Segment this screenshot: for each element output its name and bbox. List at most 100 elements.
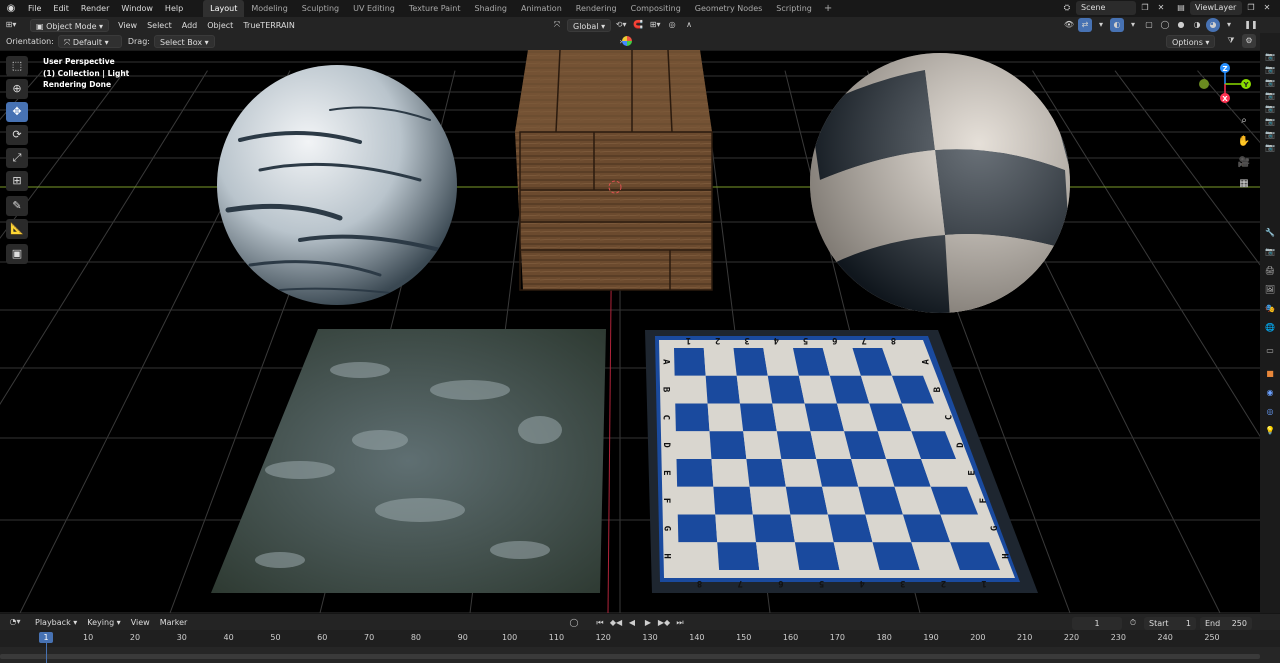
menu-window[interactable]: Window	[115, 0, 159, 17]
tab-modeling[interactable]: Modeling	[244, 0, 294, 17]
scale-tool-icon[interactable]: ⤢	[6, 148, 28, 168]
pan-hand-icon[interactable]: ✋	[1236, 133, 1252, 151]
end-frame-field[interactable]: End 250	[1200, 616, 1252, 630]
menu-help[interactable]: Help	[159, 0, 189, 17]
play-reverse-icon[interactable]: ◀	[625, 616, 639, 630]
menu-trueterrain[interactable]: TrueTERRAIN	[238, 19, 300, 32]
render-properties-icon[interactable]: 📷	[1260, 245, 1280, 258]
tab-compositing[interactable]: Compositing	[624, 0, 688, 17]
current-frame-marker[interactable]: 1	[39, 632, 53, 643]
scene-name-field[interactable]: Scene	[1076, 1, 1136, 15]
transform-tool-icon[interactable]: ⊞	[6, 171, 28, 191]
select-box-tool-icon[interactable]: ⬚	[6, 56, 28, 76]
mode-dropdown[interactable]: ▣ Object Mode ▾	[30, 18, 110, 32]
timeline-view-menu[interactable]: View	[126, 616, 155, 629]
pause-render-icon[interactable]: ❚❚	[1244, 18, 1258, 32]
view-layer-properties-icon[interactable]: 🖼	[1260, 283, 1280, 296]
collection-properties-icon[interactable]: ▭	[1260, 344, 1280, 357]
timeline-playback-menu[interactable]: Playback ▾	[30, 616, 82, 629]
snap-target-icon[interactable]: ⊞▾	[648, 18, 662, 32]
tab-shading[interactable]: Shading	[467, 0, 514, 17]
new-view-layer-icon[interactable]: ❐	[1244, 1, 1258, 15]
birch-sphere[interactable]	[217, 65, 457, 305]
menu-object[interactable]: Object	[202, 19, 238, 32]
timeline-marker-menu[interactable]: Marker	[155, 616, 193, 629]
timeline-scrollbar[interactable]	[0, 654, 1260, 659]
settings-gear-icon[interactable]: ⚙	[1242, 34, 1256, 48]
menu-view[interactable]: View	[113, 19, 142, 32]
add-workspace-button[interactable]: +	[819, 3, 837, 14]
proportional-falloff-icon[interactable]: ∧	[682, 18, 696, 32]
view-layer-field[interactable]: ViewLayer	[1190, 1, 1242, 15]
tab-uv-editing[interactable]: UV Editing	[346, 0, 402, 17]
playhead-line[interactable]	[46, 643, 47, 663]
tab-scripting[interactable]: Scripting	[769, 0, 819, 17]
move-tool-icon[interactable]: ✥	[6, 102, 28, 122]
tool-properties-icon[interactable]: 🔧	[1260, 226, 1280, 239]
camera-view-icon[interactable]: 🎥	[1236, 154, 1252, 172]
scene-properties-icon[interactable]: 🎭	[1260, 302, 1280, 315]
navigation-gizmo[interactable]: Z Y X	[1195, 62, 1255, 112]
add-cube-tool-icon[interactable]: ▣	[6, 244, 28, 264]
camera-restrict-icon[interactable]: 📷	[1260, 102, 1280, 115]
shading-wireframe-icon[interactable]: ◯	[1158, 18, 1172, 32]
world-properties-icon[interactable]: 🌐	[1260, 321, 1280, 334]
3d-viewport[interactable]: 8 8 7 7 6 6 5 5 4 4 3 3 2 2 1 1 A A B B C C D D E E F F G G H H User Pe…	[0, 50, 1260, 613]
menu-select[interactable]: Select	[142, 19, 177, 32]
jump-keyframe-back-icon[interactable]: ◆◀	[609, 616, 623, 630]
camera-restrict-icon[interactable]: 📷	[1260, 50, 1280, 63]
shading-solid-icon[interactable]: ●	[1174, 18, 1188, 32]
modifier-properties-icon[interactable]: ◉	[1260, 386, 1280, 399]
object-properties-icon[interactable]: ■	[1260, 367, 1280, 380]
shading-material-icon[interactable]: ◑	[1190, 18, 1204, 32]
proportional-edit-icon[interactable]: ◎	[665, 18, 679, 32]
blender-logo-icon[interactable]: ◉	[0, 3, 22, 14]
color-wheel-icon[interactable]	[622, 36, 632, 46]
camera-restrict-icon[interactable]: 📷	[1260, 141, 1280, 154]
annotate-tool-icon[interactable]: ✎	[6, 196, 28, 216]
camera-restrict-icon[interactable]: 📷	[1260, 63, 1280, 76]
timeline-track-area[interactable]	[0, 647, 1280, 663]
camera-restrict-icon[interactable]: 📷	[1260, 89, 1280, 102]
auto-keying-icon[interactable]: ◯	[567, 616, 581, 630]
view-layer-icon[interactable]: ▤	[1174, 1, 1188, 15]
delete-scene-icon[interactable]: ✕	[1154, 1, 1168, 15]
start-frame-field[interactable]: Start 1	[1144, 616, 1196, 630]
measure-tool-icon[interactable]: 📐	[6, 219, 28, 239]
menu-edit[interactable]: Edit	[47, 0, 75, 17]
transform-orientation-dropdown[interactable]: Global ▾	[567, 18, 612, 32]
camera-restrict-icon[interactable]: 📷	[1260, 128, 1280, 141]
tab-geometry-nodes[interactable]: Geometry Nodes	[688, 0, 769, 17]
tab-texture-paint[interactable]: Texture Paint	[402, 0, 468, 17]
overlay-dropdown-icon[interactable]: ▾	[1126, 18, 1140, 32]
new-scene-icon[interactable]: ❐	[1138, 1, 1152, 15]
delete-view-layer-icon[interactable]: ✕	[1260, 1, 1274, 15]
tab-rendering[interactable]: Rendering	[569, 0, 624, 17]
visibility-icon[interactable]: 👁▾	[1062, 18, 1076, 43]
menu-add[interactable]: Add	[177, 19, 203, 32]
physics-properties-icon[interactable]: ◎	[1260, 405, 1280, 418]
menu-render[interactable]: Render	[75, 0, 115, 17]
gizmo-dropdown-icon[interactable]: ▾	[1094, 18, 1108, 32]
pivot-point-icon[interactable]: ⟲▾	[614, 18, 628, 32]
shading-rendered-icon[interactable]: ◕	[1206, 18, 1220, 32]
menu-file[interactable]: File	[22, 0, 47, 17]
tab-layout[interactable]: Layout	[203, 0, 245, 17]
zoom-icon[interactable]: ⌕	[1236, 112, 1252, 130]
play-icon[interactable]: ▶	[641, 616, 655, 630]
jump-start-icon[interactable]: ⏮	[593, 616, 607, 630]
camera-restrict-icon[interactable]: 📷	[1260, 115, 1280, 128]
shading-dropdown-icon[interactable]: ▾	[1222, 18, 1236, 32]
object-data-properties-icon[interactable]: 💡	[1260, 424, 1280, 437]
timeline-keying-menu[interactable]: Keying ▾	[82, 616, 125, 629]
timeline-ruler[interactable]: 1 10 20 30 40 50 60 70 80 90 100 110 120 130 140 150 160…	[0, 630, 1280, 647]
terrain-plane[interactable]	[211, 329, 606, 593]
filter-icon[interactable]: ⧩	[1224, 34, 1238, 48]
snap-icon[interactable]: 🧲	[631, 18, 645, 32]
cursor-tool-icon[interactable]: ⊕	[6, 79, 28, 99]
camera-restrict-icon[interactable]: 📷	[1260, 76, 1280, 89]
rotate-tool-icon[interactable]: ⟳	[6, 125, 28, 145]
gizmo-toggle-icon[interactable]: ⇄	[1078, 18, 1092, 32]
jump-end-icon[interactable]: ⏭	[673, 616, 687, 630]
current-frame-field[interactable]: 1	[1072, 616, 1122, 630]
